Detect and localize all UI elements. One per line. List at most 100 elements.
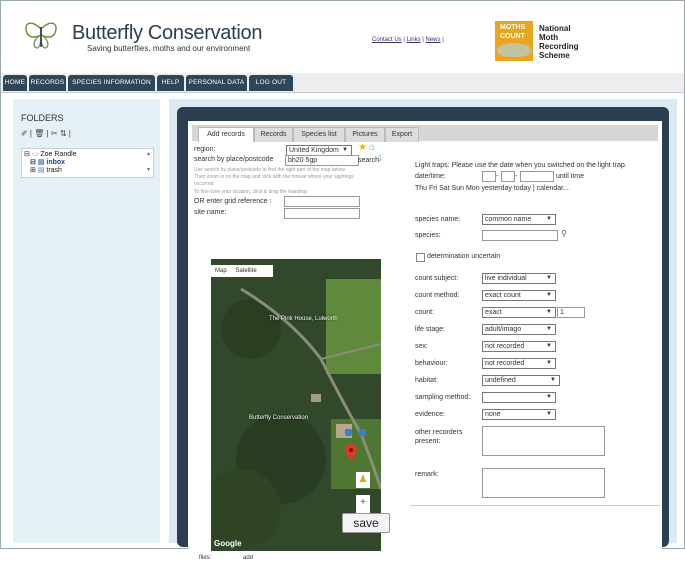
tree-node-user[interactable]: ⊟ ▭ Zoe Randle xyxy=(24,150,77,158)
date-separator: - xyxy=(496,173,499,180)
sex-select[interactable]: not recorded ▼ xyxy=(482,341,556,352)
save-button[interactable]: save xyxy=(342,513,390,533)
life-stage-select[interactable]: adult/imago ▼ xyxy=(482,324,556,335)
nav-log-out[interactable]: LOG OUT xyxy=(249,75,293,91)
links-link[interactable]: Links xyxy=(407,37,421,43)
tree-node-trash[interactable]: ⊞ ▤ trash xyxy=(30,166,62,174)
map-place-label: Butterfly Conservation xyxy=(249,415,309,421)
sampling-method-select[interactable]: ▼ xyxy=(482,392,556,403)
grid-ref-input[interactable] xyxy=(284,196,360,207)
brand-title[interactable]: Butterfly Conservation xyxy=(72,22,262,45)
scheme-name: National Moth Recording Scheme xyxy=(539,24,579,60)
tree-label: trash xyxy=(46,167,62,174)
location-pin-icon[interactable] xyxy=(345,444,357,462)
tab-records[interactable]: Records xyxy=(254,127,293,142)
tab-species-list[interactable]: Species list xyxy=(293,127,345,142)
evidence-select[interactable]: none ▼ xyxy=(482,409,556,420)
select-value: common name xyxy=(485,216,532,223)
folder-toolbar[interactable]: ✐ | 🗑 | ✂ ⇅ | xyxy=(21,129,71,138)
count-subject-select[interactable]: live individual ▼ xyxy=(482,273,556,284)
date-day-input[interactable] xyxy=(482,171,496,182)
behaviour-select[interactable]: not recorded ▼ xyxy=(482,358,556,369)
other-recorders-textarea[interactable] xyxy=(482,426,605,456)
chevron-down-icon: ▼ xyxy=(546,292,552,298)
street-view-icon[interactable]: ♟ xyxy=(356,472,370,488)
select-value: undefined xyxy=(485,377,516,384)
folder-tree: ⊟ ▭ Zoe Randle ⊟ ▤ inbox ⊞ ▤ trash ▲ ▼ xyxy=(21,148,154,178)
scheme-line: Moth xyxy=(539,33,559,42)
hint-text: occurred. xyxy=(194,181,215,187)
select-value: exact count xyxy=(485,292,521,299)
determination-checkbox[interactable] xyxy=(416,253,425,262)
nav-personal-data[interactable]: PERSONAL DATA xyxy=(186,75,247,91)
date-time-label: date/time: xyxy=(415,173,446,180)
map-place-label: The Pink House, Lulworth xyxy=(269,316,338,322)
date-quick-links[interactable]: Thu Fri Sat Sun Mon yesterday today | ca… xyxy=(415,185,569,192)
contact-us-link[interactable]: Contact Us xyxy=(372,37,402,43)
sex-label: sex: xyxy=(415,343,428,350)
chevron-down-icon: ▼ xyxy=(546,326,552,332)
tree-node-inbox[interactable]: ⊟ ▤ inbox xyxy=(30,158,65,166)
map-poi-icon[interactable] xyxy=(345,429,352,436)
behaviour-label: behaviour: xyxy=(415,360,448,367)
badge-line2: COUNT xyxy=(500,33,525,40)
search-input[interactable]: bh20 5gp xyxy=(285,155,359,166)
tab-pictures[interactable]: Pictures xyxy=(345,127,385,142)
nav-home[interactable]: HOME xyxy=(3,75,27,91)
scroll-up-icon[interactable]: ▲ xyxy=(146,151,151,157)
count-method-select[interactable]: exact count ▼ xyxy=(482,290,556,301)
habitat-label: habitat: xyxy=(415,377,438,384)
header: Butterfly Conservation Saving butterflie… xyxy=(1,1,684,73)
down-arrow-icon[interactable]: ⇩ xyxy=(376,153,384,164)
select-value: live individual xyxy=(485,275,527,282)
select-value: not recorded xyxy=(485,360,525,367)
tree-label: inbox xyxy=(46,159,66,166)
date-month-input[interactable] xyxy=(501,171,515,182)
brand-subtitle: Saving butterflies, moths and our enviro… xyxy=(87,44,251,53)
nav-species-information[interactable]: SPECIES INFORMATION xyxy=(68,75,155,91)
tab-export[interactable]: Export xyxy=(385,127,419,142)
nav-records[interactable]: RECORDS xyxy=(29,75,66,91)
select-value: adult/imago xyxy=(485,326,522,333)
date-year-input[interactable] xyxy=(520,171,554,182)
count-subject-label: count subject: xyxy=(415,275,459,282)
scroll-down-icon[interactable]: ▼ xyxy=(146,167,151,173)
sampling-method-label: sampling method: xyxy=(415,394,471,401)
star-icon[interactable]: ★ xyxy=(358,142,367,153)
map-type-satellite[interactable]: Satellite xyxy=(232,268,259,274)
count-select[interactable]: exact ▼ xyxy=(482,307,556,318)
map-view[interactable]: Map Satellite The Pink House, Lulworth B… xyxy=(211,259,381,551)
search-icon[interactable]: ⚲ xyxy=(561,229,567,238)
remark-textarea[interactable] xyxy=(482,468,605,498)
species-name-select[interactable]: common name ▼ xyxy=(482,214,556,225)
zoom-in-button[interactable]: + xyxy=(356,495,370,510)
chevron-down-icon: ▼ xyxy=(546,411,552,417)
chevron-down-icon: ▼ xyxy=(546,394,552,400)
main-nav: HOME RECORDS SPECIES INFORMATION HELP PE… xyxy=(1,73,684,93)
map-type-map[interactable]: Map xyxy=(211,268,231,274)
main-dark-frame: Add records Records Species list Picture… xyxy=(177,107,669,561)
folders-title: FOLDERS xyxy=(21,113,64,123)
map-poi-icon[interactable] xyxy=(359,429,366,436)
select-value: not recorded xyxy=(485,343,525,350)
folders-panel: FOLDERS ✐ | 🗑 | ✂ ⇅ | ⊟ ▭ Zoe Randle ⊟ ▤… xyxy=(13,99,160,543)
home-icon[interactable]: ⌂ xyxy=(369,142,375,153)
species-input[interactable] xyxy=(482,230,558,241)
site-name-label: site name: xyxy=(194,209,227,216)
chevron-down-icon: ▼ xyxy=(342,147,348,153)
remark-label: remark: xyxy=(415,471,439,478)
scheme-line: Scheme xyxy=(539,51,570,60)
tab-add-records[interactable]: Add records xyxy=(198,127,254,142)
chevron-down-icon: ▼ xyxy=(546,216,552,222)
inbox-icon: ▤ xyxy=(37,159,45,166)
folder-icon: ▭ xyxy=(31,151,39,158)
habitat-select[interactable]: undefined ▼ xyxy=(482,375,560,386)
count-number-input[interactable]: 1 xyxy=(557,307,585,318)
news-link[interactable]: News xyxy=(426,37,441,43)
date-separator: - xyxy=(515,173,518,180)
search-label: search by place/postcode xyxy=(194,156,274,163)
files-add-link[interactable]: add xyxy=(243,555,253,561)
other-recorders-label: other recorders present: xyxy=(415,429,463,445)
site-name-input[interactable] xyxy=(284,208,360,219)
nav-help[interactable]: HELP xyxy=(157,75,184,91)
